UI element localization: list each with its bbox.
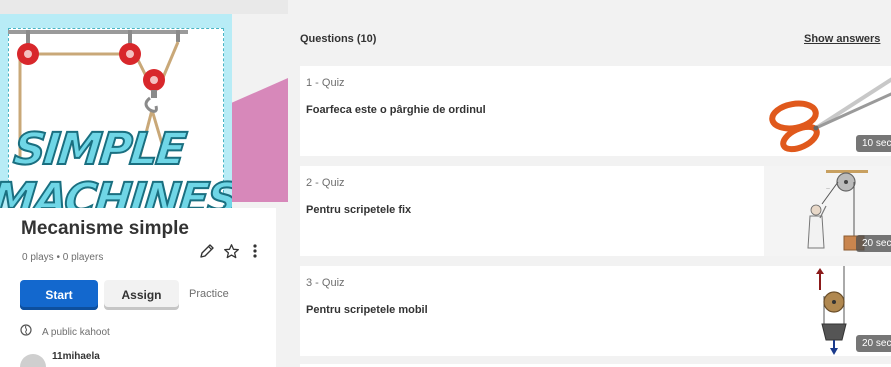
question-text: Pentru scripetele fix [306,204,412,216]
question-type: 3 - Quiz [306,277,345,289]
visibility-label: A public kahoot [42,326,110,338]
globe-icon [20,323,32,341]
creator-name: 11mihaela [52,351,100,362]
question-image: — 20 sec [764,166,891,256]
question-type: 1 - Quiz [306,77,345,89]
question-text: Pentru scripetele mobil [306,304,428,316]
questions-header: Questions (10) [300,33,377,45]
question-text: Foarfeca este o pârghie de ordinul [306,104,486,116]
show-answers-button[interactable]: Show answers [804,33,880,45]
time-badge: 20 sec [856,335,891,352]
start-button[interactable]: Start [20,280,98,310]
question-type: 2 - Quiz [306,177,345,189]
question-image: 10 sec [764,66,891,156]
kahoot-title: Mecanisme simple [21,218,189,239]
edit-icon[interactable] [198,242,216,260]
assign-button[interactable]: Assign [104,280,179,310]
practice-button[interactable]: Practice [189,288,229,300]
questions-panel: Questions (10) Show answers 1 - Quiz Foa… [288,0,891,367]
cover-word-machines: MACHINES [0,173,232,208]
question-card[interactable]: 2 - Quiz Pentru scripetele fix — 20 sec [300,166,891,256]
card-actions [198,242,264,260]
question-card[interactable]: 3 - Quiz Pentru scripetele mobil 20 sec [300,266,891,356]
creator-row[interactable]: 11mihaela [20,350,100,367]
star-icon[interactable] [222,242,240,260]
time-badge: 10 sec [856,135,891,152]
question-image: 20 sec [764,266,891,356]
time-badge: 20 sec [856,235,891,252]
cover-image: SIMPLE MACHINES [0,14,232,208]
visibility-row: A public kahoot [20,323,110,341]
cover-word-simple: SIMPLE [10,123,188,176]
top-shade [0,0,288,14]
svg-text:—: — [826,186,830,191]
question-card[interactable]: 1 - Quiz Foarfeca este o pârghie de ordi… [300,66,891,156]
play-stats: 0 plays • 0 players [22,252,104,263]
more-icon[interactable] [246,242,264,260]
kahoot-details-page: SIMPLE MACHINES Mecanisme simple 0 plays… [0,0,891,367]
kahoot-info-card: Mecanisme simple 0 plays • 0 players Sta… [0,208,276,367]
avatar [20,354,46,367]
